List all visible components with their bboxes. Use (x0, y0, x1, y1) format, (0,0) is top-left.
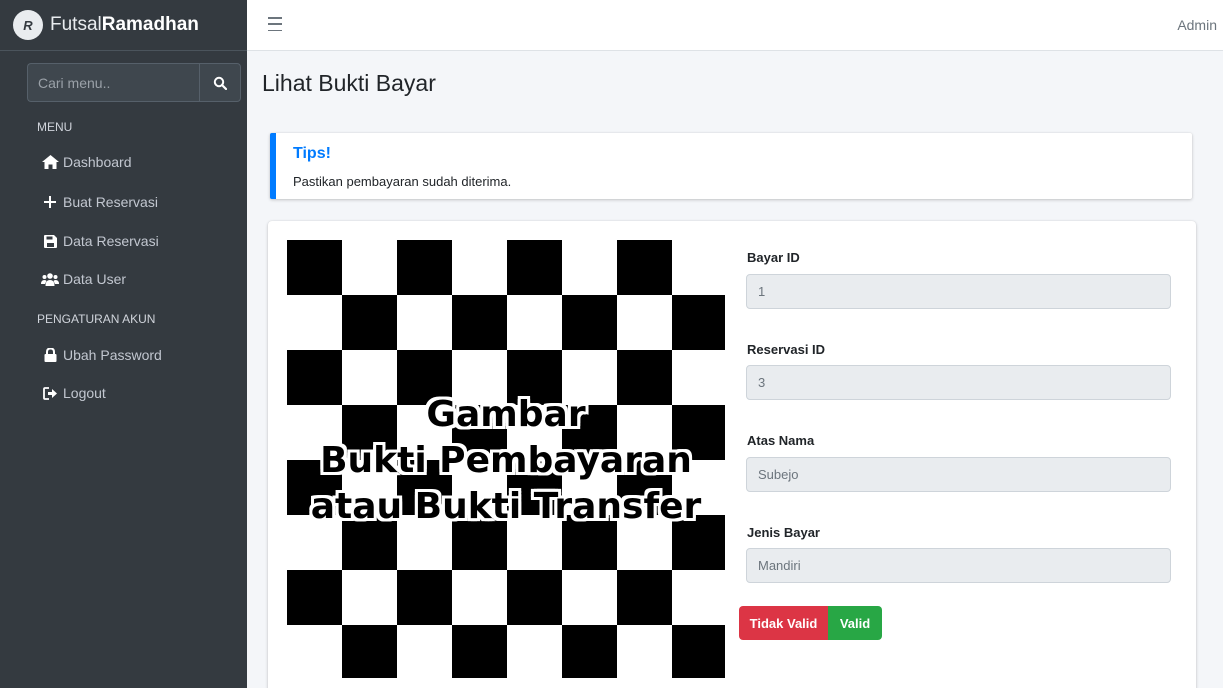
reservasi-id-field[interactable] (746, 365, 1171, 400)
proof-image-caption: Gambar Bukti Pembayaran atau Bukti Trans… (287, 392, 725, 530)
users-icon (41, 271, 59, 287)
bayar-id-label: Bayar ID (747, 250, 800, 265)
brand-name-light: Futsal (50, 14, 102, 35)
brand-link[interactable]: R FutsalRamadhan (0, 0, 247, 51)
plus-icon (41, 194, 59, 210)
tidak-valid-button[interactable]: Tidak Valid (739, 606, 828, 640)
logout-icon (41, 385, 59, 401)
jenis-bayar-field[interactable] (746, 548, 1171, 583)
reservasi-id-label: Reservasi ID (747, 342, 826, 357)
proof-caption-line: Gambar (426, 394, 586, 435)
brand-name: FutsalRamadhan (50, 14, 199, 36)
proof-caption-line: Bukti Pembayaran (320, 440, 692, 481)
user-menu[interactable]: Admin (1177, 17, 1217, 33)
sidebar-item-label: Logout (63, 385, 106, 401)
tips-callout: Tips! Pastikan pembayaran sudah diterima… (270, 133, 1192, 199)
sidebar-item-dashboard[interactable]: Dashboard (41, 150, 132, 174)
sidebar-item-buat-reservasi[interactable]: Buat Reservasi (41, 190, 158, 214)
sidebar-item-label: Dashboard (63, 154, 132, 170)
sidebar-item-data-user[interactable]: Data User (41, 267, 126, 291)
brand-name-bold: Ramadhan (101, 14, 199, 35)
search-button[interactable] (199, 63, 241, 102)
search-icon (213, 76, 227, 90)
valid-button[interactable]: Valid (828, 606, 882, 640)
atas-nama-label: Atas Nama (747, 433, 815, 448)
sidebar-item-ubah-password[interactable]: Ubah Password (41, 343, 162, 367)
nav-header-account: PENGATURAN AKUN (37, 312, 156, 326)
top-navbar: Admin (247, 0, 1223, 51)
payment-proof-image: Gambar Bukti Pembayaran atau Bukti Trans… (287, 240, 725, 678)
callout-title: Tips! (293, 145, 331, 162)
lock-icon (41, 347, 59, 363)
proof-caption-line: atau Bukti Transfer (310, 486, 702, 527)
sidebar-item-label: Buat Reservasi (63, 194, 158, 210)
sidebar-item-logout[interactable]: Logout (41, 381, 106, 405)
sidebar-search (27, 63, 241, 102)
home-icon (41, 154, 59, 170)
brand-logo: R (13, 10, 43, 40)
save-icon (41, 233, 59, 249)
search-input[interactable] (27, 63, 199, 102)
hamburger-menu-icon[interactable] (268, 17, 282, 31)
sidebar-item-label: Data User (63, 271, 127, 287)
sidebar-item-data-reservasi[interactable]: Data Reservasi (41, 229, 159, 253)
sidebar: R FutsalRamadhan MENU Dashboard Buat Res… (0, 0, 247, 688)
sidebar-item-label: Ubah Password (63, 347, 162, 363)
jenis-bayar-label: Jenis Bayar (747, 525, 820, 540)
sidebar-item-label: Data Reservasi (63, 233, 159, 249)
nav-header-menu: MENU (37, 120, 73, 134)
page-title: Lihat Bukti Bayar (262, 70, 436, 96)
bayar-id-field[interactable] (746, 274, 1171, 309)
atas-nama-field[interactable] (746, 457, 1171, 492)
callout-text: Pastikan pembayaran sudah diterima. (293, 174, 512, 189)
